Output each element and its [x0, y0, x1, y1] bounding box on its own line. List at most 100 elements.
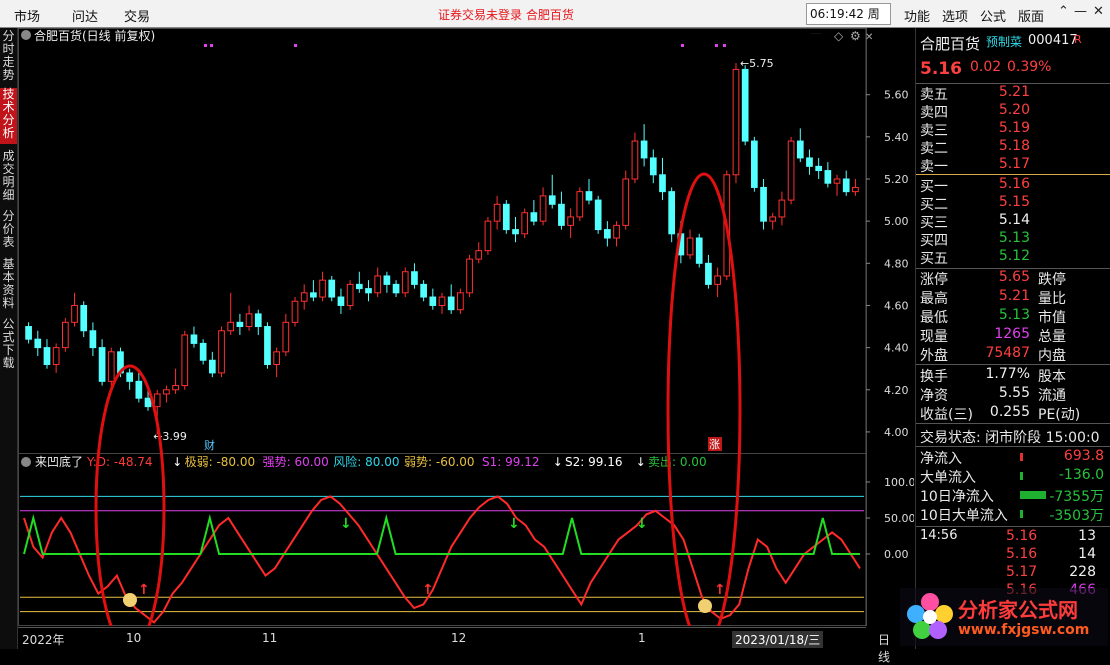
candle-body [337, 296, 345, 306]
marker-cai: 财 [204, 438, 215, 452]
bid-row: 买二 5.15 [920, 194, 1110, 213]
clock-display: 06:19:42 周一 [806, 3, 891, 41]
tab-formula-download[interactable]: 公式下载 [0, 318, 17, 370]
price-change: 0.02 [970, 59, 1002, 75]
indicator-value: ↓ [636, 455, 646, 469]
menu-wenda[interactable]: 问达 [72, 6, 98, 25]
stock-header: 合肥百货 预制菜 000417 R [920, 33, 1110, 53]
candle-body [796, 140, 804, 159]
menu-formula[interactable]: 公式 [980, 6, 1006, 25]
menu-options[interactable]: 选项 [942, 6, 968, 25]
candle-body [668, 191, 676, 235]
trade-status: 交易状态: 闭市阶段 15:00:0 [920, 430, 1100, 446]
candle-body [273, 351, 280, 365]
candle-body [383, 275, 391, 285]
ind-tick-label: 50.00 [884, 512, 914, 525]
indicator-value: ↓ [172, 455, 182, 469]
title-dropdown-icon [21, 30, 31, 40]
menu-market[interactable]: 市场 [14, 6, 40, 25]
menu-function[interactable]: 功能 [904, 6, 930, 25]
candle-body [787, 140, 795, 201]
x-label-nov: 11 [262, 631, 278, 645]
stat-row: 外盘 75487 内盘 [920, 345, 1110, 364]
candle-body [254, 313, 262, 328]
candle-body [622, 178, 630, 226]
signal-arrow: ↓ [340, 516, 352, 532]
top-menu-bar: 市场 问达 交易 证券交易未登录 合肥百货 06:19:42 周一 功能 选项 … [0, 0, 1110, 41]
tick-price: 5.17 [1006, 564, 1038, 580]
stat2-row: 换手 1.77% 股本 [920, 366, 1110, 385]
flow-value: -3503万 [1049, 508, 1104, 524]
flow-value: -7355万 [1049, 489, 1104, 505]
candle-body [695, 237, 703, 264]
candle-body [548, 195, 556, 205]
candle-body [135, 380, 143, 399]
tick-row: 5.17 228 [920, 564, 1110, 582]
candle-body [842, 178, 850, 193]
candle-body [365, 288, 372, 294]
candle-body [181, 334, 189, 387]
tab-trade-detail[interactable]: 成交明细 [0, 150, 17, 202]
ind-tick-label: 100.0 [884, 476, 914, 489]
stock-flag: R [1074, 33, 1082, 46]
site-watermark: 分析家公式网 www.fxjgsw.com [900, 588, 1108, 646]
price-tick-label: 4.60 [884, 299, 909, 312]
kline-chart[interactable]: 合肥百货(日线 前复权) ◇ ⚙ ✕ 5.60 5.40 5.20 5.00 4.80 4.60 4… [18, 28, 914, 626]
minimize-icon[interactable]: — [1074, 4, 1087, 19]
signal-arrow: ↓ [636, 516, 648, 532]
close-icon[interactable]: ✕ [1093, 4, 1104, 19]
tick-time: 14:56 [920, 528, 958, 543]
price-tick-label: 5.40 [884, 131, 909, 144]
flow-bar [1020, 491, 1046, 499]
series-line-Y:D [23, 495, 861, 624]
indicator-value: ↓ [553, 455, 563, 469]
candle-body [640, 140, 648, 159]
tick-price: 5.16 [1006, 528, 1038, 544]
candle-body [227, 321, 235, 332]
price-tick-label: 4.00 [884, 426, 909, 439]
price-tick-label: 4.80 [884, 257, 909, 270]
date-axis-bar: 2022年 10 11 12 1 2023/01/18/三 日线 [18, 627, 890, 664]
tick-row: 5.16 14 [920, 546, 1110, 564]
candle-body [852, 186, 859, 193]
flow-label: 10日大单流入 [920, 508, 1008, 524]
candle-body [52, 347, 60, 365]
price-pct: 0.39% [1007, 59, 1052, 75]
stat2-row: 收益(三) 0.255 PE(动) [920, 404, 1110, 423]
ask-row: 卖三 5.19 [920, 120, 1110, 139]
candle-body [401, 271, 409, 294]
candle-body [649, 157, 657, 176]
menu-trade[interactable]: 交易 [124, 6, 150, 25]
watermark-url[interactable]: www.fxjgsw.com [958, 622, 1089, 638]
tab-technical[interactable]: 技术分析 [0, 88, 17, 144]
candle-body [89, 330, 97, 349]
stat-label: 最高 [920, 291, 948, 307]
menu-layout[interactable]: 版面 [1018, 6, 1044, 25]
price-tick-label: 5.60 [884, 89, 909, 102]
candle-body [732, 68, 740, 176]
tab-price-table[interactable]: 分价表 [0, 210, 17, 250]
candle-body [98, 347, 106, 382]
collapse-icon[interactable]: ⌃ [1058, 4, 1069, 19]
tab-intraday[interactable]: 分时走势 [0, 30, 17, 82]
x-label-oct: 10 [126, 631, 142, 645]
candle-body [392, 283, 400, 294]
tab-fundamentals[interactable]: 基本资料 [0, 258, 17, 310]
signal-dot [294, 44, 297, 47]
candle-body [512, 229, 519, 235]
ask-row: 卖四 5.20 [920, 102, 1110, 121]
stat-label: 最低 [920, 310, 948, 326]
bid-label: 买一 [920, 179, 948, 195]
diamond-icon: ◇ [834, 29, 844, 43]
bid-label: 买五 [920, 251, 948, 267]
candle-body [576, 191, 584, 218]
settings-icon: ⚙ [850, 29, 861, 43]
candle-body [833, 178, 841, 184]
candle-body [659, 174, 666, 193]
candle-body [374, 275, 382, 294]
candle-body [705, 262, 712, 285]
period-label[interactable]: 日线 [878, 631, 890, 665]
candle-body [824, 170, 832, 184]
candle-body [319, 279, 326, 298]
stock-tag[interactable]: 预制菜 [986, 33, 1022, 50]
